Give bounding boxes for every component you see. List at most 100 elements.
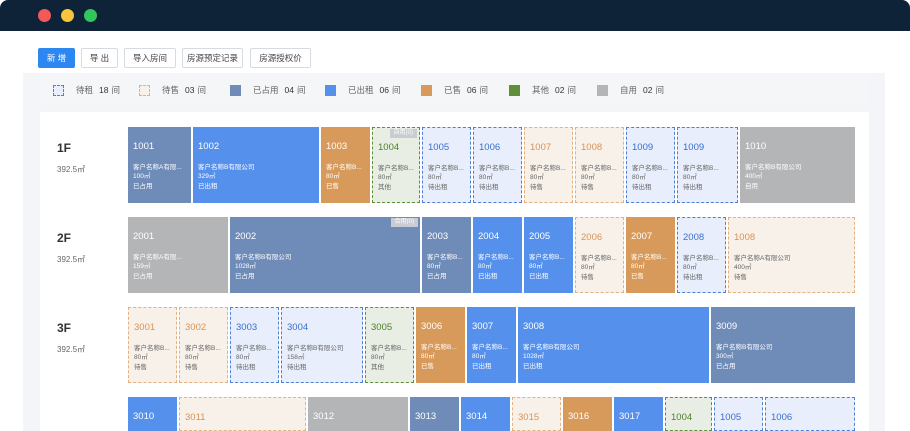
room-area: 1028㎡ (523, 353, 544, 361)
room-status: 自用 (745, 182, 758, 190)
add-button[interactable]: 新 增 (38, 48, 75, 68)
room-cell[interactable]: 2005 客户名称B... 80㎡ 已出租 (524, 217, 573, 293)
room-cell[interactable]: 1009 客户名称B... 80㎡ 待出租 (626, 127, 675, 203)
room-cell[interactable]: 1005 (714, 397, 763, 431)
room-cell[interactable]: 自用(0) 1004 客户名称B... 80㎡ 其他 (372, 127, 420, 203)
room-area: 158㎡ (287, 354, 305, 362)
room-info: 客户名称A有限... 100㎡ 已占用 (133, 163, 182, 191)
room-area: 80㎡ (326, 173, 340, 181)
floor-area: 392.5㎡ (57, 255, 86, 264)
room-cell[interactable]: 1001 客户名称A有限... 100㎡ 已占用 (128, 127, 191, 203)
room-company: 客户名称B有限公司 (198, 164, 255, 171)
room-company: 客户名称B... (326, 164, 362, 171)
room-cell[interactable]: 1002 客户名称B有限公司 329㎡ 已出租 (193, 127, 319, 203)
room-status: 待出租 (428, 183, 448, 191)
room-cell[interactable]: 3008 客户名称B有限公司 1028㎡ 已出租 (518, 307, 709, 383)
room-info: 客户名称B有限公司 329㎡ 已出租 (198, 163, 254, 191)
room-cell[interactable]: 3016 (563, 397, 612, 431)
room-info: 客户名称B... 80㎡ 待售 (581, 164, 617, 192)
close-window-button[interactable] (38, 9, 51, 22)
room-cell[interactable]: 2001 客户名称A有限... 159㎡ 已占用 (128, 217, 228, 293)
room-cell[interactable]: 2007 客户名称B... 80㎡ 已售 (626, 217, 675, 293)
room-cell[interactable]: 3010 (128, 397, 177, 431)
room-cell[interactable]: 2003 客户名称B... 80㎡ 已占用 (422, 217, 471, 293)
room-cell[interactable]: 2008 客户名称B... 80㎡ 待出租 (677, 217, 726, 293)
room-cell[interactable]: 1009 客户名称B... 80㎡ 待出租 (677, 127, 738, 203)
room-info: 客户名称B... 80㎡ 已出租 (478, 253, 514, 281)
room-company: 客户名称B... (185, 345, 221, 352)
room-info: 客户名称B... 80㎡ 已出租 (529, 253, 565, 281)
room-info: 客户名称B... 80㎡ 其他 (378, 164, 414, 192)
room-company: 客户名称B... (427, 254, 463, 261)
room-number: 3002 (185, 322, 207, 333)
room-number: 3006 (421, 321, 443, 332)
room-cell[interactable]: 2006 客户名称B... 80㎡ 待售 (575, 217, 624, 293)
room-cell[interactable]: 3017 (614, 397, 663, 431)
import-rooms-button[interactable]: 导入房间 (124, 48, 176, 68)
room-info: 客户名称B... 80㎡ 待售 (530, 164, 566, 192)
room-status: 其他 (378, 183, 391, 191)
room-cell[interactable]: 1007 客户名称B... 80㎡ 待售 (524, 127, 573, 203)
room-cell[interactable]: 1008 客户名称B... 80㎡ 待售 (575, 127, 624, 203)
rented-swatch-icon (325, 85, 336, 96)
room-info: 客户名称B有限公司 158㎡ 待出租 (287, 344, 343, 372)
maximize-window-button[interactable] (84, 9, 97, 22)
room-area: 80㎡ (428, 174, 442, 182)
legend-label: 已出租 (348, 85, 374, 95)
room-info: 客户名称A有限公司 400㎡ 待售 (734, 254, 790, 282)
room-company: 客户名称B... (472, 344, 508, 351)
room-cell[interactable]: 1006 客户名称B... 80㎡ 待出租 (473, 127, 522, 203)
room-cell[interactable]: 3015 (512, 397, 561, 431)
room-number: 3007 (472, 321, 494, 332)
reservation-records-button[interactable]: 房源预定记录 (182, 48, 243, 68)
room-number: 1006 (771, 412, 793, 423)
room-cell[interactable]: 2004 客户名称B... 80㎡ 已出租 (473, 217, 522, 293)
room-number: 3012 (313, 411, 335, 422)
room-cell[interactable]: 3013 (410, 397, 459, 431)
room-cell[interactable]: 3001 客户名称B... 80㎡ 待售 (128, 307, 177, 383)
room-status: 已出租 (523, 362, 543, 370)
room-cell[interactable]: 3012 (308, 397, 408, 431)
minimize-window-button[interactable] (61, 9, 74, 22)
room-number: 1001 (133, 141, 155, 152)
room-cell[interactable]: 3003 客户名称B... 80㎡ 待出租 (230, 307, 279, 383)
room-number: 1008 (581, 142, 603, 153)
room-cell[interactable]: 合用(0) 2002 客户名称B有限公司 1028㎡ 已占用 (230, 217, 420, 293)
export-button[interactable]: 导 出 (81, 48, 118, 68)
room-status: 已出租 (198, 182, 218, 190)
room-status: 已售 (421, 362, 434, 370)
room-cell[interactable]: 3014 (461, 397, 510, 431)
room-cell[interactable]: 3007 客户名称B... 80㎡ 已出租 (467, 307, 516, 383)
legend-count: 18 (99, 85, 109, 95)
room-status: 已占用 (427, 272, 447, 280)
floor-name: 1F (57, 141, 72, 155)
room-number: 2002 (235, 231, 257, 242)
room-status: 待售 (530, 183, 543, 191)
room-cell[interactable]: 1006 (765, 397, 855, 431)
room-cell[interactable]: 1004 (665, 397, 712, 431)
window-margin (885, 31, 910, 431)
room-area: 80㎡ (236, 354, 250, 362)
room-area: 159㎡ (133, 263, 151, 271)
room-area: 400㎡ (745, 173, 763, 181)
room-info: 客户名称B有限公司 300㎡ 已占用 (716, 343, 772, 371)
floor-area: 392.5㎡ (57, 345, 86, 354)
scrollbar-track[interactable] (869, 132, 885, 431)
room-cell[interactable]: 1008 客户名称A有限公司 400㎡ 待售 (728, 217, 855, 293)
room-cell[interactable]: 1003 客户名称B... 80㎡ 已售 (321, 127, 370, 203)
room-cell[interactable]: 1005 客户名称B... 80㎡ 待出租 (422, 127, 471, 203)
room-cell[interactable]: 3009 客户名称B有限公司 300㎡ 已占用 (711, 307, 855, 383)
room-info: 客户名称B... 80㎡ 其他 (371, 344, 407, 372)
authorized-price-button[interactable]: 房源授权价 (250, 48, 311, 68)
room-cell[interactable]: 3005 客户名称B... 80㎡ 其他 (365, 307, 414, 383)
room-cell[interactable]: 3006 客户名称B... 80㎡ 已售 (416, 307, 465, 383)
room-cell[interactable]: 3002 客户名称B... 80㎡ 待售 (179, 307, 228, 383)
room-cell[interactable]: 3011 (179, 397, 306, 431)
legend-label: 已占用 (253, 85, 279, 95)
legend-label: 其他 (532, 85, 550, 95)
legend-count: 03 (185, 85, 195, 95)
room-cell[interactable]: 1010 客户名称B有限公司 400㎡ 自用 (740, 127, 855, 203)
room-status: 待出租 (479, 183, 499, 191)
room-cell[interactable]: 3004 客户名称B有限公司 158㎡ 待出租 (281, 307, 363, 383)
wait-sale-swatch-icon (139, 85, 150, 96)
